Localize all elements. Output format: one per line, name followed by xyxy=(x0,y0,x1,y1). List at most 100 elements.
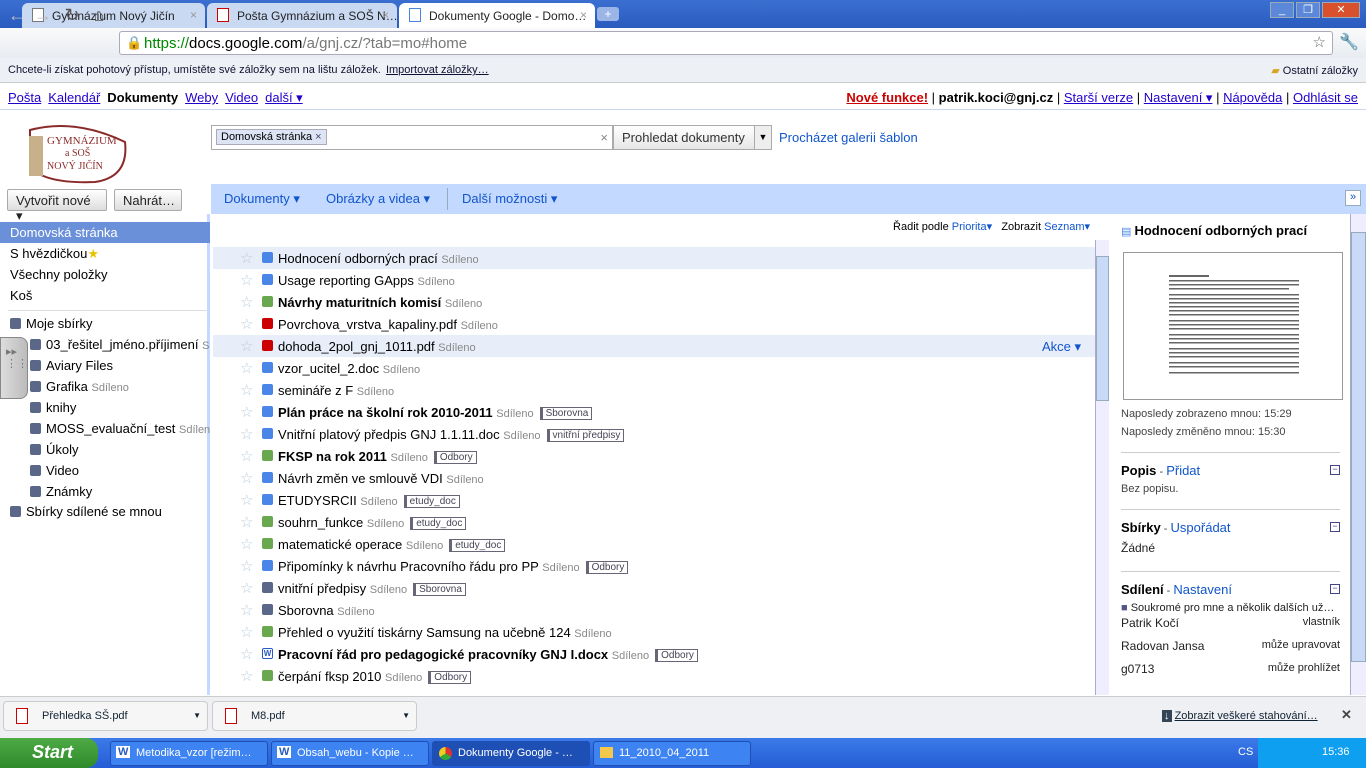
close-downloads-icon[interactable]: ✕ xyxy=(1341,707,1352,723)
star-toggle-icon[interactable]: ☆ xyxy=(240,513,253,531)
document-name[interactable]: Přehled o využití tiskárny Samsung na uč… xyxy=(278,625,571,640)
sidebar-item-trash[interactable]: Koš xyxy=(0,285,210,306)
collection-item[interactable]: Aviary Files xyxy=(30,358,113,373)
collection-item[interactable]: Úkoly xyxy=(30,442,79,457)
wrench-icon[interactable]: 🔧 xyxy=(1338,32,1360,52)
add-description-link[interactable]: Přidat xyxy=(1166,463,1200,478)
star-toggle-icon[interactable]: ☆ xyxy=(240,249,253,267)
reload-icon[interactable]: ↻ xyxy=(61,5,83,26)
document-name[interactable]: souhrn_funkce xyxy=(278,515,363,530)
document-row[interactable]: ☆ Vnitřní platový předpis GNJ 1.1.11.doc … xyxy=(213,423,1095,445)
document-name[interactable]: matematické operace xyxy=(278,537,402,552)
star-toggle-icon[interactable]: ☆ xyxy=(240,557,253,575)
gbar-weby[interactable]: Weby xyxy=(185,90,218,105)
language-indicator[interactable]: CS xyxy=(1238,746,1253,758)
collection-tag[interactable]: Sborovna xyxy=(539,407,593,420)
tab-posta[interactable]: Pošta Gymnázium a SOŠ N… × xyxy=(207,3,397,28)
document-preview[interactable] xyxy=(1123,252,1343,400)
sidebar-item-home[interactable]: Domovská stránka xyxy=(0,222,210,243)
star-toggle-icon[interactable]: ☆ xyxy=(240,535,253,553)
document-row[interactable]: ☆ semináře z F Sdíleno xyxy=(213,379,1095,401)
download-item[interactable]: Přehledka SŠ.pdf ▼ xyxy=(3,701,208,731)
star-toggle-icon[interactable]: ☆ xyxy=(240,315,253,333)
list-scroll-thumb[interactable] xyxy=(1096,256,1109,401)
collection-tag[interactable]: Odbory xyxy=(655,649,698,662)
menu-more-options[interactable]: Další možnosti ▾ xyxy=(462,191,557,207)
close-tab-icon[interactable]: × xyxy=(190,8,197,22)
collapse-icon[interactable]: − xyxy=(1330,522,1340,532)
document-name[interactable]: Povrchova_vrstva_kapaliny.pdf xyxy=(278,317,457,332)
collection-item[interactable]: Známky xyxy=(30,484,92,499)
star-toggle-icon[interactable]: ☆ xyxy=(240,579,253,597)
document-row[interactable]: ☆ Návrh změn ve smlouvě VDI Sdíleno xyxy=(213,467,1095,489)
side-handle[interactable]: ▸▸ ⋮⋮ xyxy=(0,337,28,399)
star-toggle-icon[interactable]: ☆ xyxy=(240,403,253,421)
document-name[interactable]: Plán práce na školní rok 2010-2011 xyxy=(278,405,493,420)
star-toggle-icon[interactable]: ☆ xyxy=(240,381,253,399)
minimize-icon[interactable]: _ xyxy=(1270,2,1294,18)
document-name[interactable]: Návrh změn ve smlouvě VDI xyxy=(278,471,443,486)
dropdown-icon[interactable]: ▼ xyxy=(402,711,410,720)
upload-button[interactable]: Nahrát… xyxy=(114,189,182,211)
close-tab-icon[interactable]: × xyxy=(382,8,389,22)
search-chip[interactable]: Domovská stránka × xyxy=(216,129,327,145)
document-row[interactable]: ☆ Připomínky k návrhu Pracovního řádu pro… xyxy=(213,555,1095,577)
sidebar-item-starred[interactable]: S hvězdičkou★ xyxy=(0,243,210,264)
remove-chip-icon[interactable]: × xyxy=(315,131,321,143)
star-toggle-icon[interactable]: ☆ xyxy=(240,271,253,289)
document-name[interactable]: vzor_ucitel_2.doc xyxy=(278,361,379,376)
sign-out-link[interactable]: Odhlásit se xyxy=(1293,90,1358,105)
close-tab-icon[interactable]: × xyxy=(580,8,587,22)
star-toggle-icon[interactable]: ☆ xyxy=(240,645,253,663)
task-chrome[interactable]: Dokumenty Google - … xyxy=(432,741,590,766)
document-name[interactable]: vnitřní předpisy xyxy=(278,581,366,596)
collection-tag[interactable]: Sborovna xyxy=(413,583,466,596)
menu-images-videos[interactable]: Obrázky a videa ▾ xyxy=(326,191,430,207)
document-row[interactable]: ☆ vnitřní předpisy Sdíleno Sborovna xyxy=(213,577,1095,599)
document-row[interactable]: ☆ Usage reporting GApps Sdíleno xyxy=(213,269,1095,291)
forward-icon[interactable]: → xyxy=(32,5,54,26)
collection-item[interactable]: Grafika Sdíleno xyxy=(30,379,129,394)
document-name[interactable]: Návrhy maturitních komisí xyxy=(278,295,441,310)
document-row[interactable]: ☆ vzor_ucitel_2.doc Sdíleno xyxy=(213,357,1095,379)
template-gallery-link[interactable]: Procházet galerii šablon xyxy=(779,130,918,145)
document-row[interactable]: ☆ souhrn_funkce Sdíleno etudy_doc xyxy=(213,511,1095,533)
collection-tag[interactable]: etudy_doc xyxy=(410,517,467,530)
view-dropdown[interactable]: Seznam▾ xyxy=(1044,221,1090,233)
older-version-link[interactable]: Starší verze xyxy=(1064,90,1133,105)
document-row[interactable]: ☆ Návrhy maturitních komisí Sdíleno xyxy=(213,291,1095,313)
start-button[interactable]: Start xyxy=(0,738,98,768)
collection-item[interactable]: MOSS_evaluační_test Sdílen xyxy=(30,421,210,436)
search-docs-button[interactable]: Prohledat dokumenty xyxy=(613,125,755,150)
gbar-more[interactable]: další ▾ xyxy=(265,90,303,105)
help-link[interactable]: Nápověda xyxy=(1223,90,1282,105)
document-row[interactable]: ☆ FKSP na rok 2011 Sdíleno Odbory xyxy=(213,445,1095,467)
document-name[interactable]: Sborovna xyxy=(278,603,334,618)
sidebar-item-all[interactable]: Všechny položky xyxy=(0,264,210,285)
sharing-settings-link[interactable]: Nastavení xyxy=(1173,582,1232,597)
star-toggle-icon[interactable]: ☆ xyxy=(240,667,253,685)
new-features-link[interactable]: Nové funkce! xyxy=(846,90,928,105)
dropdown-icon[interactable]: ▼ xyxy=(193,711,201,720)
list-scrollbar[interactable] xyxy=(1095,240,1109,695)
create-new-button[interactable]: Vytvořit nové ▾ xyxy=(7,189,107,223)
document-name[interactable]: dohoda_2pol_gnj_1011.pdf xyxy=(278,339,435,354)
other-bookmarks[interactable]: ▰ Ostatní záložky xyxy=(1271,64,1358,77)
document-name[interactable]: Připomínky k návrhu Pracovního řádu pro … xyxy=(278,559,539,574)
settings-link[interactable]: Nastavení ▾ xyxy=(1144,90,1213,105)
collection-item[interactable]: 03_řešitel_jméno.příjimení S xyxy=(30,337,209,352)
bookmark-star-icon[interactable]: ☆ xyxy=(1313,33,1326,51)
task-obsah-webu[interactable]: W Obsah_webu - Kopie … xyxy=(271,741,429,766)
document-row[interactable]: ☆ Hodnocení odborných prací Sdíleno xyxy=(213,247,1095,269)
star-toggle-icon[interactable]: ☆ xyxy=(240,469,253,487)
expand-panel-icon[interactable]: » xyxy=(1345,190,1361,206)
star-toggle-icon[interactable]: ☆ xyxy=(240,623,253,641)
home-icon[interactable]: ⌂ xyxy=(88,5,110,26)
show-all-downloads[interactable]: ↓ Zobrazit veškeré stahování… xyxy=(1162,710,1318,722)
sort-dropdown[interactable]: Priorita▾ xyxy=(952,221,992,233)
tab-dokumenty[interactable]: Dokumenty Google - Domo… × xyxy=(399,3,595,28)
clear-search-icon[interactable]: × xyxy=(600,130,608,145)
document-row[interactable]: ☆ dohoda_2pol_gnj_1011.pdf Sdíleno xyxy=(213,335,1095,357)
task-metodika[interactable]: W Metodika_vzor [režim… xyxy=(110,741,268,766)
page-scrollbar[interactable] xyxy=(1350,214,1366,695)
